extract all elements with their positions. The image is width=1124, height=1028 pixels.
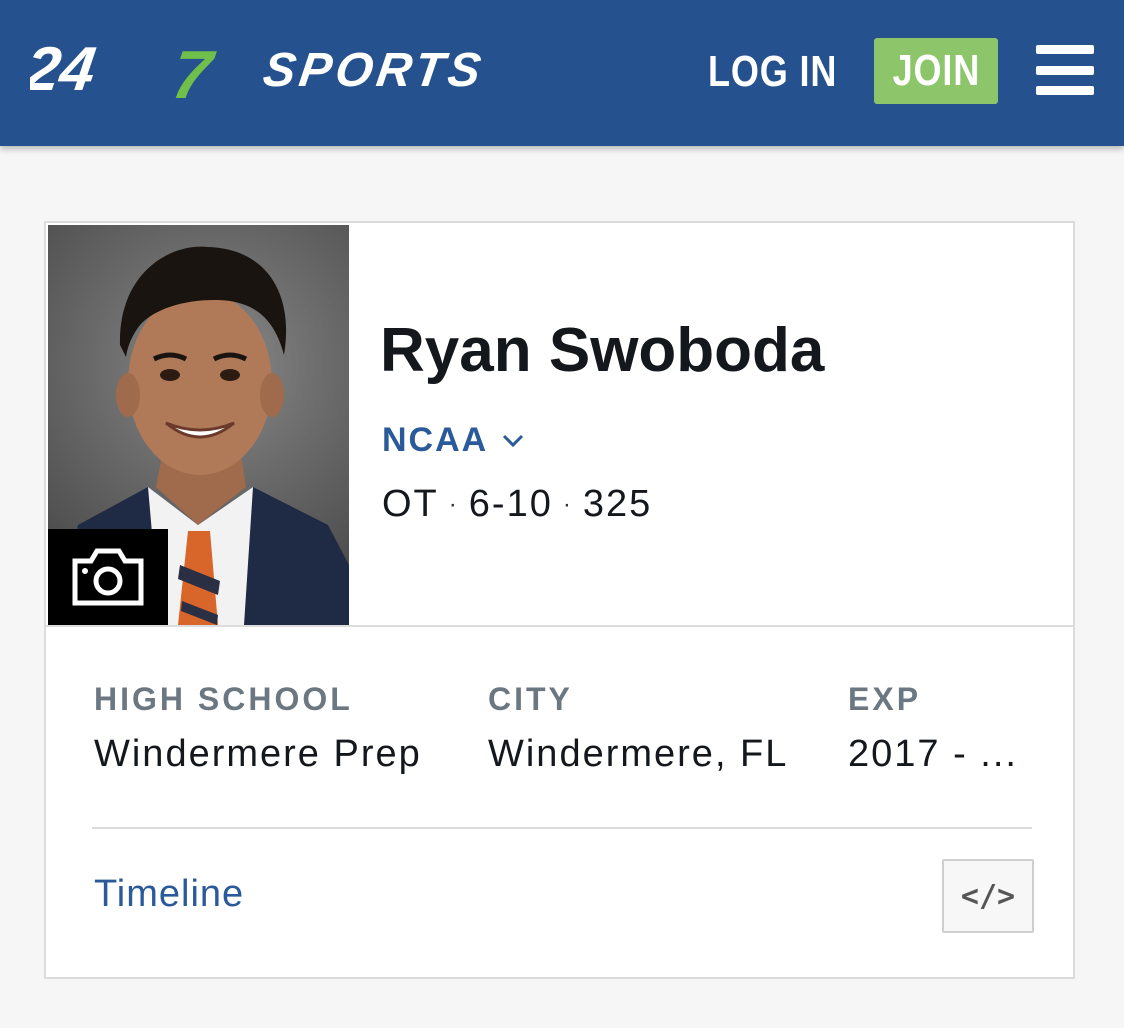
timeline-link[interactable]: Timeline bbox=[94, 873, 244, 916]
player-card: Ryan Swoboda NCAA OT · 6-10 · 325 HIGH S… bbox=[44, 221, 1075, 979]
player-name: Ryan Swoboda bbox=[380, 316, 825, 385]
player-attributes: OT · 6-10 · 325 bbox=[382, 483, 652, 526]
player-weight: 325 bbox=[582, 483, 653, 525]
high-school-value: Windermere Prep bbox=[94, 733, 422, 775]
city-value: Windermere, FL bbox=[488, 733, 789, 775]
embed-code-button[interactable]: </> bbox=[942, 859, 1034, 933]
league-label: NCAA bbox=[382, 421, 489, 459]
svg-text:7: 7 bbox=[168, 40, 219, 104]
embed-code-icon: </> bbox=[960, 878, 1016, 914]
high-school-label: HIGH SCHOOL bbox=[94, 681, 353, 717]
site-logo[interactable]: 24 7 SPORTS bbox=[30, 40, 630, 104]
separator-dot: · bbox=[562, 490, 573, 518]
hamburger-menu-icon[interactable] bbox=[1036, 45, 1094, 95]
join-button-label: JOIN bbox=[892, 46, 980, 95]
divider bbox=[46, 625, 1073, 627]
top-header: 24 7 SPORTS LOG IN JOIN bbox=[0, 0, 1124, 146]
player-photo[interactable] bbox=[48, 225, 349, 625]
player-height: 6-10 bbox=[468, 483, 553, 525]
chevron-down-icon bbox=[503, 434, 524, 447]
login-link[interactable]: LOG IN bbox=[708, 46, 837, 98]
separator-dot: · bbox=[448, 490, 459, 518]
join-button[interactable]: JOIN bbox=[874, 38, 998, 104]
player-position: OT bbox=[382, 483, 439, 525]
city-label: CITY bbox=[488, 681, 573, 717]
divider bbox=[92, 827, 1032, 829]
svg-text:24: 24 bbox=[30, 40, 100, 104]
exp-label: EXP bbox=[848, 681, 922, 717]
svg-text:SPORTS: SPORTS bbox=[260, 43, 488, 97]
exp-value: 2017 - ... bbox=[848, 733, 1018, 775]
league-dropdown[interactable]: NCAA bbox=[382, 421, 524, 460]
camera-icon[interactable] bbox=[48, 529, 168, 625]
